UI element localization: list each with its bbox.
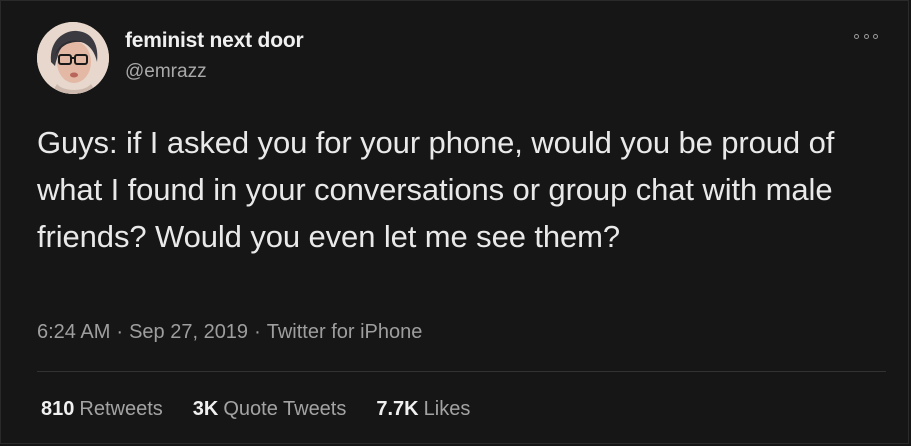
dot <box>863 33 869 39</box>
meta-separator: · <box>116 321 124 343</box>
quote-tweets-count: 3K <box>192 398 219 420</box>
likes-count: 7.7K <box>376 398 419 420</box>
tweet-date[interactable]: Sep 27, 2019 <box>129 321 248 343</box>
tweet-meta: 6:24 AM · Sep 27, 2019 · Twitter for iPhone <box>37 321 422 344</box>
avatar[interactable] <box>37 22 109 94</box>
tweet-source[interactable]: Twitter for iPhone <box>267 321 423 343</box>
likes-stat[interactable]: 7.7K Likes <box>376 398 470 421</box>
author-handle[interactable]: @emrazz <box>125 61 207 83</box>
tweet-card: feminist next door @emrazz Guys: if I as… <box>0 0 909 444</box>
likes-label: Likes <box>423 398 471 420</box>
meta-separator: · <box>254 321 261 343</box>
avatar-image <box>37 22 109 94</box>
divider <box>37 371 886 372</box>
dot <box>873 33 878 39</box>
retweets-stat[interactable]: 810 Retweets <box>41 398 163 421</box>
quote-tweets-stat[interactable]: 3K Quote Tweets <box>193 398 347 421</box>
retweets-label: Retweets <box>79 398 163 420</box>
tweet-text: Guys: if I asked you for your phone, wou… <box>37 125 835 254</box>
author-display-name[interactable]: feminist next door <box>125 29 304 53</box>
more-options-icon[interactable] <box>854 29 878 43</box>
tweet-time[interactable]: 6:24 AM <box>37 321 110 343</box>
dot <box>854 33 859 39</box>
tweet-stats: 810 Retweets 3K Quote Tweets 7.7K Likes <box>41 398 470 421</box>
retweets-count: 810 <box>41 398 75 420</box>
quote-tweets-label: Quote Tweets <box>223 398 347 420</box>
